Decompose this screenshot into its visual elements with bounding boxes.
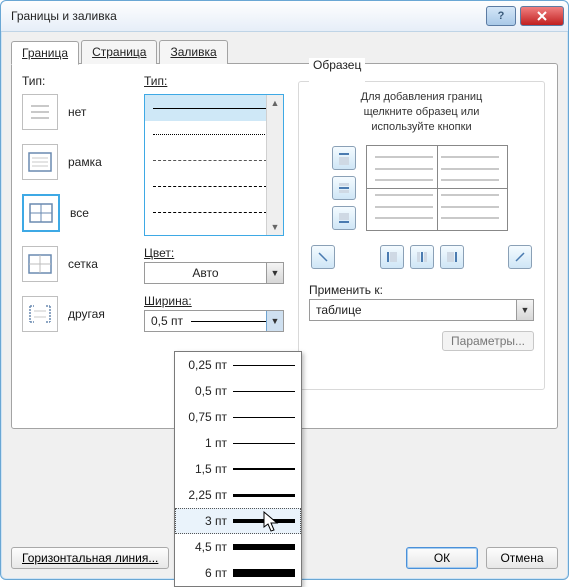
- apply-to-value: таблице: [310, 303, 516, 317]
- ok-button[interactable]: ОК: [406, 547, 478, 569]
- preset-none-icon: [22, 94, 58, 130]
- horizontal-line-button[interactable]: Горизонтальная линия...: [11, 547, 169, 569]
- preset-all-icon: [22, 194, 60, 232]
- line-style-dotted[interactable]: [145, 121, 283, 147]
- border-right-button[interactable]: [440, 245, 464, 269]
- width-option[interactable]: 1 пт: [175, 430, 301, 456]
- line-style-dash-s[interactable]: [145, 147, 283, 173]
- style-scrollbar[interactable]: ▲ ▼: [266, 95, 283, 235]
- line-style-dash-l[interactable]: [145, 199, 283, 225]
- close-button[interactable]: [520, 6, 564, 26]
- apply-to-dropdown-icon[interactable]: ▼: [516, 300, 533, 320]
- color-value: Авто: [145, 266, 266, 280]
- window-title: Границы и заливка: [11, 9, 482, 23]
- cancel-button[interactable]: Отмена: [486, 547, 558, 569]
- width-dropdown-icon[interactable]: ▼: [266, 311, 283, 331]
- border-diag-up-button[interactable]: [508, 245, 532, 269]
- preset-grid-icon: [22, 246, 58, 282]
- width-option[interactable]: 0,5 пт: [175, 378, 301, 404]
- tab-border[interactable]: Граница: [11, 41, 79, 65]
- preset-custom[interactable]: другая: [22, 296, 132, 332]
- options-button: Параметры...: [442, 331, 534, 351]
- line-style-dash[interactable]: [145, 173, 283, 199]
- preset-all-label: все: [70, 206, 89, 220]
- preset-none[interactable]: нет: [22, 94, 132, 130]
- preview-group: Образец Для добавления границ щелкните о…: [296, 74, 547, 418]
- title-bar: Границы и заливка ?: [1, 1, 568, 32]
- apply-to-label: Применить к:: [309, 283, 534, 297]
- width-option[interactable]: 3 пт: [175, 508, 301, 534]
- line-style-solid[interactable]: [145, 95, 283, 121]
- width-dropdown-list[interactable]: 0,25 пт 0,5 пт 0,75 пт 1 пт 1,5 пт 2,25 …: [174, 351, 302, 587]
- border-hmid-button[interactable]: [332, 176, 356, 200]
- border-bottom-button[interactable]: [332, 206, 356, 230]
- preview-hint: Для добавления границ щелкните образец и…: [309, 90, 534, 135]
- preview-left-buttons: [332, 146, 356, 230]
- width-option[interactable]: 0,25 пт: [175, 352, 301, 378]
- preset-custom-label: другая: [68, 307, 105, 321]
- width-value-line: [191, 321, 266, 322]
- preset-none-label: нет: [68, 105, 86, 119]
- width-label: Ширина:: [144, 294, 284, 308]
- preset-custom-icon: [22, 296, 58, 332]
- preset-all[interactable]: все: [22, 194, 132, 232]
- line-style-listbox[interactable]: ▲ ▼: [144, 94, 284, 236]
- help-button[interactable]: ?: [486, 6, 516, 26]
- border-preset-group: Тип: нет рамка: [22, 74, 132, 418]
- width-combo[interactable]: 0,5 пт ▼: [144, 310, 284, 332]
- preset-box-label: рамка: [68, 155, 102, 169]
- dialog-window: Границы и заливка ? Граница Страница Зал…: [0, 0, 569, 580]
- border-diag-down-button[interactable]: [311, 245, 335, 269]
- width-option[interactable]: 0,75 пт: [175, 404, 301, 430]
- border-top-button[interactable]: [332, 146, 356, 170]
- preset-box[interactable]: рамка: [22, 144, 132, 180]
- width-option[interactable]: 4,5 пт: [175, 534, 301, 560]
- color-combo[interactable]: Авто ▼: [144, 262, 284, 284]
- preset-grid-label: сетка: [68, 257, 98, 271]
- tab-fill[interactable]: Заливка: [159, 40, 227, 64]
- width-option[interactable]: 1,5 пт: [175, 456, 301, 482]
- border-vmid-button[interactable]: [410, 245, 434, 269]
- scroll-down-icon[interactable]: ▼: [267, 219, 283, 235]
- tab-strip: Граница Страница Заливка: [11, 40, 558, 64]
- border-left-button[interactable]: [380, 245, 404, 269]
- preset-grid[interactable]: сетка: [22, 246, 132, 282]
- color-label: Цвет:: [144, 246, 284, 260]
- apply-to-combo[interactable]: таблице ▼: [309, 299, 534, 321]
- preview-canvas[interactable]: [366, 145, 508, 231]
- scroll-up-icon[interactable]: ▲: [267, 95, 283, 111]
- tab-page[interactable]: Страница: [81, 40, 157, 64]
- width-option[interactable]: 6 пт: [175, 560, 301, 586]
- width-option[interactable]: 2,25 пт: [175, 482, 301, 508]
- color-dropdown-icon[interactable]: ▼: [266, 263, 283, 283]
- style-group-label: Тип:: [144, 74, 284, 88]
- width-value: 0,5 пт: [151, 314, 183, 328]
- preset-group-label: Тип:: [22, 74, 132, 88]
- preset-box-icon: [22, 144, 58, 180]
